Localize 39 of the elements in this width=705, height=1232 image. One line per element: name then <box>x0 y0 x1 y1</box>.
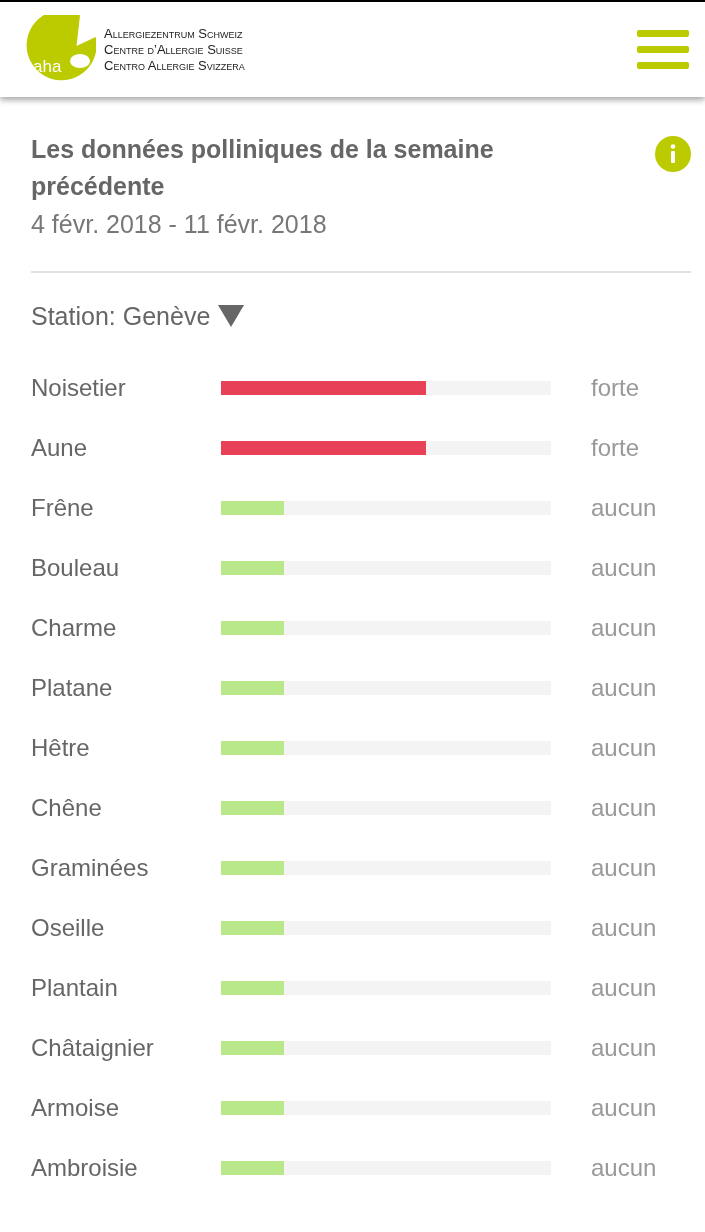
pollen-reading: aucun <box>591 974 658 1002</box>
pollen-reading: aucun <box>591 1034 658 1062</box>
pollen-reading: aucun <box>591 554 658 582</box>
pollen-name: Ambroisie <box>31 1154 139 1182</box>
pollen-name: Plantain <box>31 974 119 1002</box>
pollen-name: Chêne <box>31 794 103 822</box>
pollen-reading: aucun <box>591 494 658 522</box>
pollen-reading: aucun <box>591 674 658 702</box>
pollen-reading: aucun <box>591 1154 658 1182</box>
organization-name: Centre d’Allergie Suisse <box>104 41 244 58</box>
pollen-reading: aucun <box>591 614 658 642</box>
pollen-name: Hêtre <box>31 734 91 762</box>
menu-icon <box>637 29 689 70</box>
pollen-reading: aucun <box>591 794 658 822</box>
pollen-name: Frêne <box>31 494 95 522</box>
organization-name: Centro Allergie Svizzera <box>104 57 245 74</box>
pollen-name: Charme <box>31 614 118 642</box>
pollen-name: Oseille <box>31 914 106 942</box>
caret-icon <box>218 305 245 327</box>
pollen-reading: aucun <box>591 1094 658 1122</box>
pollen-reading: aucun <box>591 854 658 882</box>
pollen-reading: aucun <box>591 914 658 942</box>
pollen-reading: forte <box>591 374 641 402</box>
logo-icon <box>26 14 96 80</box>
menu-button[interactable] <box>637 29 689 70</box>
pollen-reading: aucun <box>591 734 658 762</box>
info-icon[interactable] <box>655 136 691 172</box>
pollen-name: Graminées <box>31 854 150 882</box>
organization-name: Allergiezentrum Schweiz <box>104 25 244 42</box>
pollen-name: Platane <box>31 674 114 702</box>
pollen-name: Noisetier <box>31 374 127 402</box>
report-period: 4 févr. 2018 - 11 févr. 2018 <box>31 209 328 240</box>
station-dropdown[interactable]: Station: Genève <box>31 296 245 336</box>
report-title: Les données polliniques de la semaine précédente <box>31 134 495 202</box>
pollen-name: Châtaignier <box>31 1034 155 1062</box>
pollen-name: Armoise <box>31 1094 121 1122</box>
pollen-reading: forte <box>591 434 641 462</box>
pollen-name: Aune <box>31 434 89 462</box>
pollen-name: Bouleau <box>31 554 121 582</box>
